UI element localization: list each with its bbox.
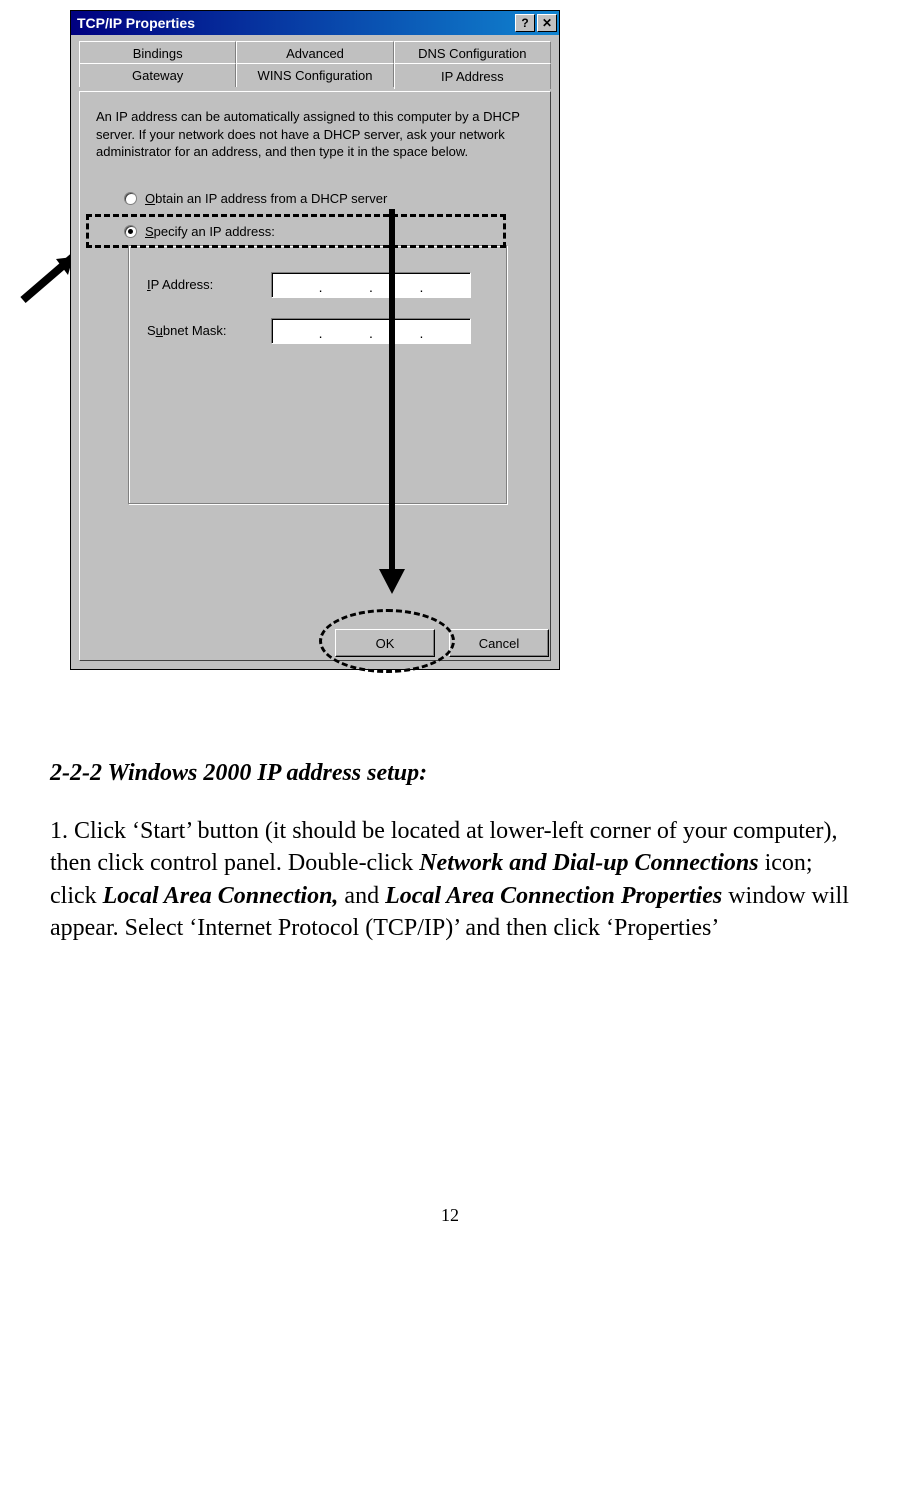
tcpip-properties-dialog: TCP/IP Properties ? ✕ Bindings Advanced … (70, 10, 560, 670)
tab-bindings[interactable]: Bindings (79, 41, 236, 65)
radio-specify-ip[interactable]: Specify an IP address: (96, 222, 534, 241)
section-heading: 2-2-2 Windows 2000 IP address setup: (50, 760, 850, 787)
panel-help-text: An IP address can be automatically assig… (96, 108, 534, 161)
tab-advanced[interactable]: Advanced (236, 41, 393, 65)
help-button[interactable]: ? (515, 14, 535, 32)
ip-address-input[interactable]: ... (271, 272, 471, 298)
tab-gateway[interactable]: Gateway (79, 63, 236, 87)
tab-ip-address[interactable]: IP Address (394, 63, 551, 89)
ip-address-panel: An IP address can be automatically assig… (79, 91, 551, 661)
tab-strip: Bindings Advanced DNS Configuration Gate… (79, 41, 551, 91)
dialog-button-bar: OK Cancel (335, 629, 549, 657)
dialog-title: TCP/IP Properties (77, 15, 195, 31)
titlebar: TCP/IP Properties ? ✕ (71, 11, 559, 35)
tab-wins-configuration[interactable]: WINS Configuration (236, 63, 393, 87)
radio-icon (124, 192, 137, 205)
ok-button[interactable]: OK (335, 629, 435, 657)
specify-ip-groupbox: IP Address: ... Subnet Mask: ... (128, 245, 508, 505)
subnet-mask-label: Subnet Mask: (147, 323, 257, 338)
ip-address-label: IP Address: (147, 277, 257, 292)
close-button[interactable]: ✕ (537, 14, 557, 32)
dialog-container: TCP/IP Properties ? ✕ Bindings Advanced … (70, 10, 850, 670)
radio-specify-label: Specify an IP address: (145, 224, 275, 239)
tab-dns-configuration[interactable]: DNS Configuration (394, 41, 551, 65)
radio-obtain-dhcp[interactable]: Obtain an IP address from a DHCP server (96, 189, 534, 208)
radio-icon-checked (124, 225, 137, 238)
instruction-paragraph: 1. Click ‘Start’ button (it should be lo… (50, 815, 850, 945)
subnet-mask-input[interactable]: ... (271, 318, 471, 344)
cancel-button[interactable]: Cancel (449, 629, 549, 657)
page-number: 12 (50, 1205, 850, 1226)
radio-obtain-label: Obtain an IP address from a DHCP server (145, 191, 387, 206)
